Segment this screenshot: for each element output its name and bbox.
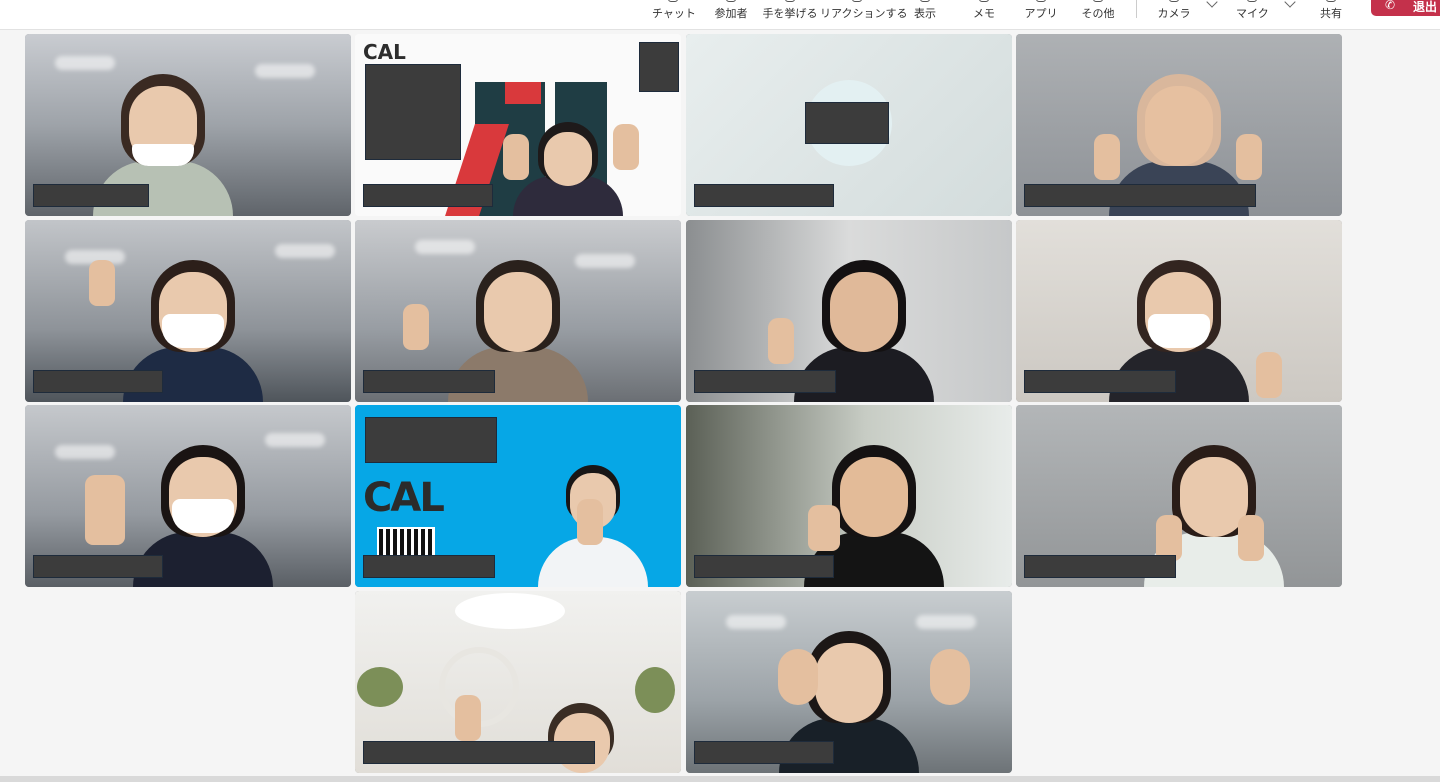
participant-name-label (694, 741, 834, 764)
view-button[interactable]: 表示 (910, 0, 940, 28)
redacted-block (639, 42, 679, 92)
waving-hand (778, 649, 818, 705)
video-tile[interactable]: CAL (355, 34, 681, 216)
chat-button[interactable]: チャット (652, 0, 696, 28)
participant-name-label (33, 370, 163, 393)
participant-name-label (1024, 555, 1176, 578)
more-icon (1093, 0, 1103, 2)
participant-name-label (694, 184, 834, 207)
view-icon (920, 0, 930, 2)
video-tile[interactable] (686, 591, 1012, 773)
video-tile[interactable] (1016, 405, 1342, 587)
participant-name-label (363, 184, 493, 207)
reaction-icon (852, 0, 862, 2)
react-button[interactable]: リアクションする (820, 0, 907, 28)
notes-button[interactable]: メモ (970, 0, 998, 28)
participants-button[interactable]: 参加者 (710, 0, 752, 28)
peace-sign-hand (577, 499, 603, 545)
waving-hand (930, 649, 970, 705)
apps-icon (1036, 0, 1046, 2)
peace-sign-hand (808, 505, 840, 551)
peace-sign-hand (613, 124, 639, 170)
chat-icon (668, 0, 678, 2)
video-tile[interactable] (1016, 220, 1342, 402)
video-tile[interactable] (686, 405, 1012, 587)
participant-name-label (33, 184, 149, 207)
video-tile[interactable] (355, 591, 681, 773)
notes-icon (979, 0, 989, 2)
video-tile[interactable] (686, 220, 1012, 402)
redacted-block (365, 64, 461, 160)
video-tile[interactable] (1016, 34, 1342, 216)
peace-sign-hand (85, 475, 125, 545)
mic-button[interactable]: マイク (1236, 0, 1269, 28)
mic-options-chevron-icon[interactable] (1284, 0, 1296, 8)
peace-sign-hand (768, 318, 794, 364)
video-tile[interactable] (686, 34, 1012, 216)
peace-sign-hand (1238, 515, 1264, 561)
peace-sign-hand (1256, 352, 1282, 398)
camera-button[interactable]: カメラ (1156, 0, 1192, 28)
horizontal-scrollbar[interactable] (0, 776, 1440, 782)
redacted-block (805, 102, 889, 144)
peace-sign-hand (1094, 134, 1120, 180)
more-button[interactable]: その他 (1080, 0, 1116, 28)
participant-name-label (363, 741, 595, 764)
people-icon (726, 0, 736, 2)
apps-button[interactable]: アプリ (1024, 0, 1058, 28)
participant-name-label (1024, 184, 1256, 207)
participant-name-label (363, 555, 495, 578)
peace-sign-hand (403, 304, 429, 350)
peace-sign-hand (89, 260, 115, 306)
video-tile[interactable] (355, 220, 681, 402)
phone-hangup-icon: ✆ (1385, 0, 1396, 12)
peace-sign-hand (455, 695, 481, 741)
participant-name-label (363, 370, 495, 393)
toolbar-divider (1136, 0, 1137, 18)
share-button[interactable]: 共有 (1316, 0, 1346, 28)
meeting-toolbar: チャット 参加者 手を挙げる リアクションする 表示 メモ アプリ その他 カメ… (0, 0, 1440, 30)
peace-sign-hand (503, 134, 529, 180)
video-tile[interactable] (25, 220, 351, 402)
leave-button[interactable]: ✆ 退出 (1371, 0, 1440, 16)
share-icon (1326, 0, 1336, 2)
peace-sign-hand (1236, 134, 1262, 180)
video-tile[interactable] (25, 34, 351, 216)
video-tile[interactable]: CAL (355, 405, 681, 587)
video-tile[interactable] (25, 405, 351, 587)
cal-logo: CAL (363, 475, 445, 521)
participant-name-label (694, 370, 836, 393)
mic-icon (1247, 0, 1257, 2)
camera-options-chevron-icon[interactable] (1206, 0, 1218, 8)
cal-logo: CAL (363, 40, 406, 64)
camera-icon (1169, 0, 1179, 2)
hand-icon (785, 0, 795, 2)
participant-name-label (33, 555, 163, 578)
participant-name-label (694, 555, 834, 578)
redacted-block (365, 417, 497, 463)
raise-hand-button[interactable]: 手を挙げる (762, 0, 818, 28)
participant-name-label (1024, 370, 1176, 393)
